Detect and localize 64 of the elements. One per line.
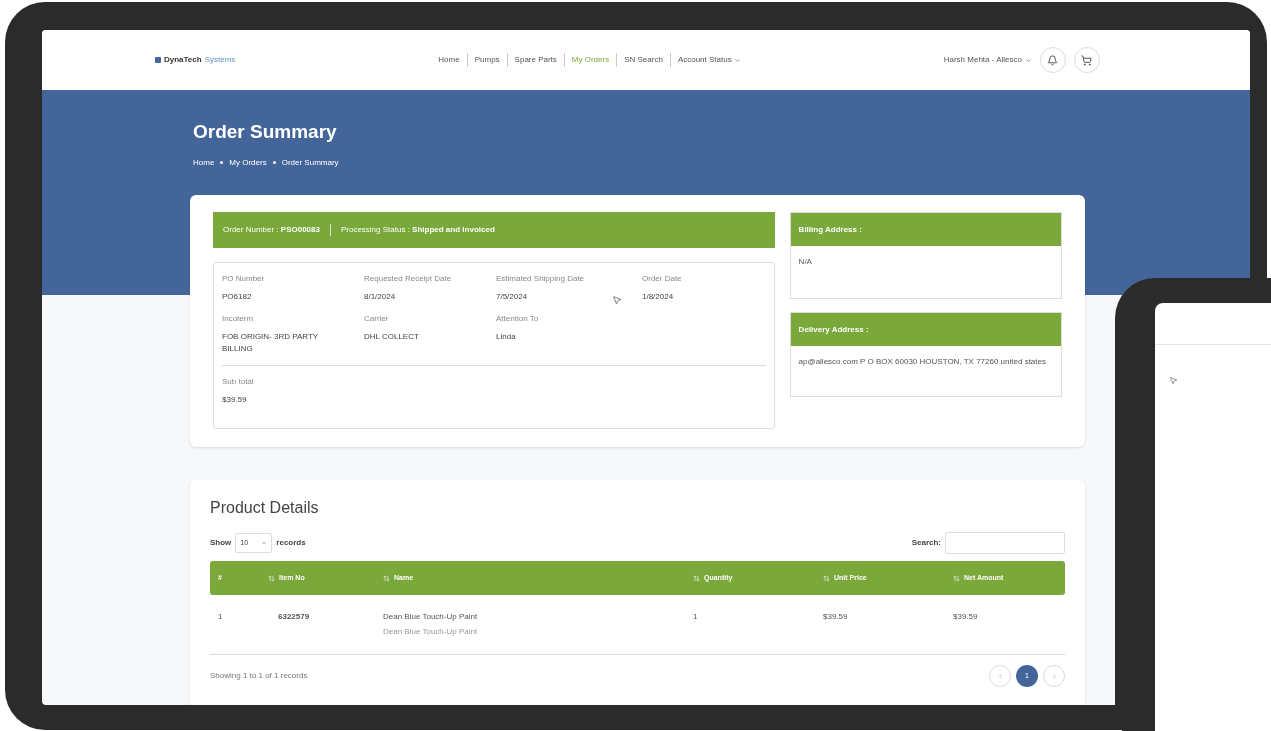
address-title: Delivery Address : xyxy=(790,313,1061,346)
sort-icon xyxy=(693,574,700,582)
table-cell-text: Dean Blue Touch-Up Paint xyxy=(383,611,479,623)
table-info: Showing 1 to 1 of 1 records xyxy=(210,670,308,682)
show-label: Show xyxy=(210,537,232,549)
breadcrumb-link[interactable]: My Orders xyxy=(229,156,267,169)
breadcrumb-separator-icon xyxy=(272,161,276,164)
nav-link[interactable]: Spare Parts xyxy=(507,54,564,66)
table-cell-text: 1 xyxy=(693,611,699,623)
field-label: Order Date xyxy=(642,273,683,285)
sort-icon xyxy=(823,574,830,582)
field-label: Estimated Shipping Date xyxy=(496,273,586,285)
sort-icon xyxy=(383,574,390,582)
cursor-icon xyxy=(612,295,622,305)
logo-icon xyxy=(155,57,161,63)
search-label: Search: xyxy=(911,537,941,549)
field-label: Carrier xyxy=(364,313,390,325)
nav-link[interactable]: Home xyxy=(431,54,467,66)
processing-status: Processing Status : Shipped and Invoiced xyxy=(340,224,495,236)
address-text: N/A xyxy=(797,256,813,268)
field-value: 8/1/2024 xyxy=(364,291,397,303)
cart-icon xyxy=(1081,54,1093,66)
table-cell-text: $39.59 xyxy=(953,611,979,623)
field-label: Sub total xyxy=(222,376,255,388)
table-cell-text: 6322579 xyxy=(277,611,311,623)
nav-link[interactable]: My Orders xyxy=(564,54,617,66)
address-title: Billing Address : xyxy=(790,213,1061,246)
field-value: $39.59 xyxy=(222,394,248,406)
sort-icon xyxy=(953,574,960,582)
logo-brand: DynaTech xyxy=(164,54,202,66)
field-value: DHL COLLECT xyxy=(364,331,420,343)
table-cell-text: $39.59 xyxy=(823,611,849,623)
user-menu[interactable]: Harsh Mehta - Allesco xyxy=(943,54,1032,66)
field-label: PO Number xyxy=(222,273,266,285)
chevron-left-icon xyxy=(996,672,1004,680)
nav-link[interactable]: Pumps xyxy=(467,54,507,66)
address-text: ap@allesco.com P O BOX 60030 HOUSTON, TX 77260 united states xyxy=(797,356,1047,368)
chevron-right-icon xyxy=(1050,672,1058,680)
section-title: Product Details xyxy=(210,498,320,518)
field-value: PO6182 xyxy=(222,291,253,303)
order-number: Order Number : PSO00083 xyxy=(223,224,320,236)
nav-link[interactable]: Account Status xyxy=(670,54,748,66)
caret-icon xyxy=(261,540,268,546)
bell-icon xyxy=(1047,54,1059,66)
caret-icon xyxy=(1025,56,1032,64)
field-label: Incoterm xyxy=(222,313,255,325)
breadcrumb-link[interactable]: Order Summary xyxy=(281,156,339,169)
field-value: 1/8/2024 xyxy=(642,291,675,303)
breadcrumb-link[interactable]: Home xyxy=(193,156,215,169)
product-description: Dean Blue Touch-Up Paint xyxy=(383,626,479,638)
field-value: FOB ORIGIN- 3RD PARTY BILLING xyxy=(222,331,319,355)
breadcrumb-separator-icon xyxy=(220,161,224,164)
field-value: Linda xyxy=(496,331,517,343)
table-cell-text: 1 xyxy=(218,611,224,623)
nav-link[interactable]: SN Search xyxy=(617,54,670,66)
search-field[interactable] xyxy=(945,532,1065,554)
caret-icon xyxy=(733,56,741,64)
field-label: Attention To xyxy=(496,313,540,325)
field-value: 7/5/2024 xyxy=(496,291,529,303)
sort-icon xyxy=(268,574,275,582)
page-title: Order Summary xyxy=(193,120,338,144)
field-label: Requested Receipt Date xyxy=(364,273,453,285)
records-label: records xyxy=(276,537,306,549)
logo-tagline: Systems xyxy=(204,54,236,66)
